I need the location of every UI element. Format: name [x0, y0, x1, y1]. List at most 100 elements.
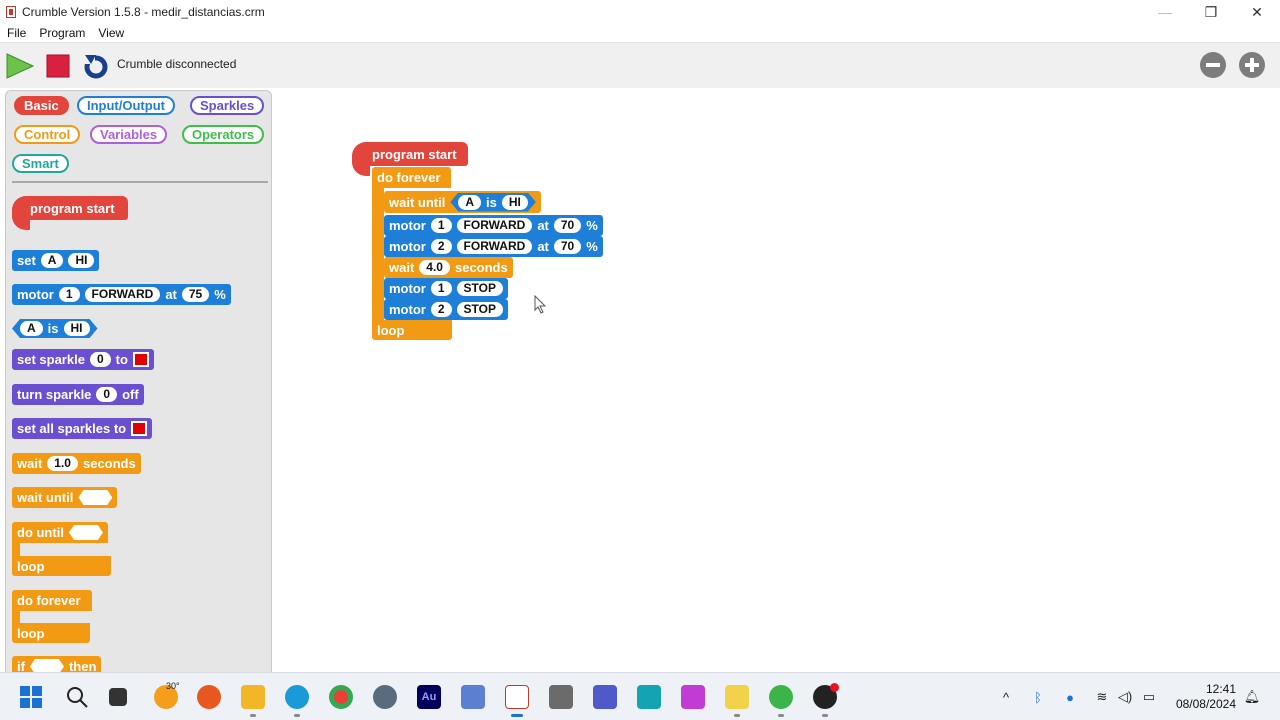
zoom-out-icon[interactable]	[1200, 52, 1226, 78]
motor-number[interactable]: 2	[430, 239, 452, 254]
motor-direction[interactable]: FORWARD	[84, 287, 161, 302]
pin-value[interactable]: A	[458, 195, 481, 210]
connect-icon[interactable]	[82, 52, 110, 80]
stop-icon[interactable]	[46, 54, 70, 78]
palette-set-block[interactable]: set A HI	[12, 250, 100, 271]
edu-app-icon[interactable]	[637, 685, 661, 709]
firefox-icon[interactable]	[197, 685, 221, 709]
menu-file[interactable]: File	[0, 26, 32, 40]
palette-pin-is-block[interactable]: A is HI	[12, 319, 98, 338]
bluetooth-icon[interactable]: ᛒ	[1030, 689, 1046, 705]
crumble-taskbar-icon[interactable]	[505, 685, 529, 709]
notes-app-icon[interactable]	[725, 685, 749, 709]
tab-basic[interactable]: Basic	[14, 96, 69, 115]
tab-control[interactable]: Control	[14, 125, 81, 144]
color-swatch[interactable]	[131, 421, 148, 436]
file-explorer-icon[interactable]	[241, 685, 265, 709]
clock[interactable]: 12:41 08/08/2024	[1176, 682, 1236, 712]
sparkle-number[interactable]: 0	[96, 387, 118, 402]
hexagon-app-icon[interactable]	[769, 685, 793, 709]
wait-seconds[interactable]: 4.0	[419, 260, 450, 275]
program-workspace[interactable]: program start do forever loop wait until…	[275, 90, 1280, 672]
gimp-icon[interactable]	[549, 685, 573, 709]
motor-state[interactable]: STOP	[456, 281, 503, 296]
do-forever-block[interactable]: do forever	[372, 167, 451, 188]
palette-do-forever-block[interactable]: do forever	[12, 590, 92, 611]
tab-smart[interactable]: Smart	[12, 154, 69, 173]
windows-start-icon[interactable]	[20, 686, 42, 708]
microphone-icon[interactable]: ●	[1062, 689, 1078, 705]
menu-view[interactable]: View	[91, 26, 130, 40]
palette-divider	[12, 181, 268, 183]
pin-value[interactable]: A	[20, 321, 43, 336]
c-block-arm	[372, 188, 384, 320]
teams-icon[interactable]	[593, 685, 617, 709]
motor-speed[interactable]: 75	[181, 287, 210, 302]
puzzle-app-icon[interactable]	[681, 685, 705, 709]
motor-2-forward-block[interactable]: motor 2 FORWARD at 70 %	[384, 236, 603, 257]
power-icon[interactable]: ▭	[1141, 689, 1157, 705]
volume-icon[interactable]: ◁)	[1117, 689, 1133, 705]
minimize-button[interactable]: —	[1142, 0, 1188, 24]
motor-number[interactable]: 2	[430, 302, 452, 317]
motor-number[interactable]: 1	[430, 218, 452, 233]
state-value[interactable]: HI	[68, 253, 95, 268]
audition-icon[interactable]: Au	[417, 685, 441, 709]
motor-speed[interactable]: 70	[553, 239, 582, 254]
menu-program[interactable]: Program	[32, 26, 91, 40]
search-icon[interactable]	[66, 686, 88, 708]
condition-slot[interactable]	[68, 525, 103, 540]
palette-set-all-sparkles-block[interactable]: set all sparkles to	[12, 418, 153, 439]
motor-2-stop-block[interactable]: motor 2 STOP	[384, 299, 508, 320]
palette-program-start-block[interactable]: program start	[12, 196, 128, 230]
notification-bell-icon[interactable]: 🔔︎	[1244, 689, 1261, 705]
chevron-up-icon[interactable]: ^	[998, 689, 1014, 705]
tab-sparkles[interactable]: Sparkles	[190, 96, 265, 115]
block-label: do forever	[17, 593, 81, 608]
motor-state[interactable]: STOP	[456, 302, 503, 317]
toolbar: Crumble disconnected	[0, 42, 1280, 88]
tab-input-output[interactable]: Input/Output	[77, 96, 175, 115]
palette-turn-sparkle-block[interactable]: turn sparkle 0 off	[12, 384, 144, 405]
pin-value[interactable]: A	[40, 253, 64, 268]
powershell-icon[interactable]	[461, 685, 485, 709]
palette-set-sparkle-block[interactable]: set sparkle 0 to	[12, 349, 154, 370]
is-label: is	[47, 321, 59, 336]
wait-seconds[interactable]: 1.0	[47, 456, 78, 471]
palette-wait-block[interactable]: wait 1.0 seconds	[12, 453, 141, 474]
palette-wait-until-block[interactable]: wait until	[12, 487, 118, 508]
motor-number[interactable]: 1	[430, 281, 452, 296]
motor-number[interactable]: 1	[58, 287, 80, 302]
weather-temp: 30°	[166, 681, 180, 691]
play-icon[interactable]	[6, 53, 34, 79]
color-swatch[interactable]	[132, 352, 149, 367]
settings-gear-icon[interactable]	[373, 685, 397, 709]
zoom-in-icon[interactable]	[1239, 52, 1265, 78]
task-view-icon[interactable]	[109, 688, 127, 706]
wait-until-block[interactable]: wait until A is HI	[384, 191, 541, 213]
edge-icon[interactable]	[285, 685, 309, 709]
tab-variables[interactable]: Variables	[90, 125, 168, 144]
chrome-icon[interactable]	[329, 685, 353, 709]
maximize-button[interactable]: ❐	[1188, 0, 1234, 24]
loop-label: loop	[17, 558, 45, 574]
tab-operators[interactable]: Operators	[182, 125, 265, 144]
palette-do-until-block[interactable]: do until	[12, 522, 108, 543]
wait-seconds-block[interactable]: wait 4.0 seconds	[384, 257, 513, 278]
program-start-block[interactable]: program start	[352, 142, 468, 176]
motor-speed[interactable]: 70	[553, 218, 582, 233]
state-value[interactable]: HI	[64, 321, 90, 336]
state-value[interactable]: HI	[502, 195, 528, 210]
pin-condition[interactable]: A is HI	[450, 193, 536, 212]
percent-label: %	[214, 287, 226, 302]
close-button[interactable]: ✕	[1234, 0, 1280, 24]
sparkle-number[interactable]: 0	[89, 352, 111, 367]
condition-slot[interactable]	[78, 490, 113, 505]
motor-direction[interactable]: FORWARD	[456, 218, 533, 233]
motor-1-forward-block[interactable]: motor 1 FORWARD at 70 %	[384, 215, 603, 236]
motor-1-stop-block[interactable]: motor 1 STOP	[384, 278, 508, 299]
palette-motor-block[interactable]: motor 1 FORWARD at 75 %	[12, 284, 231, 305]
seconds-label: seconds	[82, 456, 136, 471]
wifi-icon[interactable]: ≋	[1094, 689, 1110, 705]
motor-direction[interactable]: FORWARD	[456, 239, 533, 254]
